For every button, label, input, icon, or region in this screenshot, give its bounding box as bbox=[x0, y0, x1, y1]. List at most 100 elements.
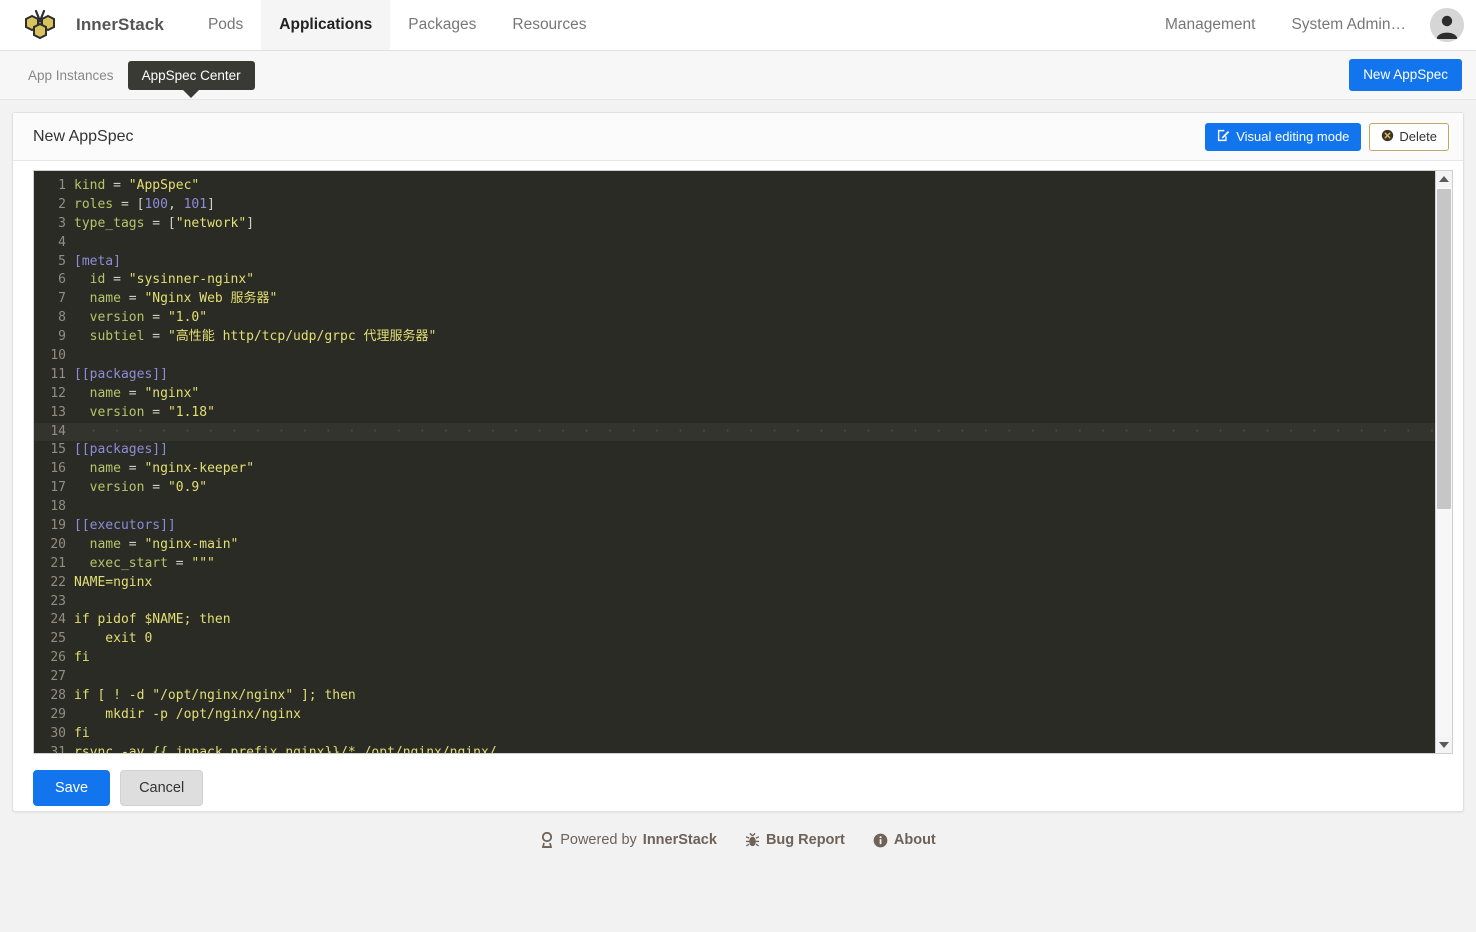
code-line[interactable]: 31 rsync -av {{.inpack_prefix_nginx}}/* /… bbox=[34, 744, 1435, 753]
code-line[interactable]: 4 bbox=[34, 234, 1435, 253]
code-line[interactable]: 28 if [ ! -d "/opt/nginx/nginx" ]; then bbox=[34, 687, 1435, 706]
code-text: · · · · · · · · · · · · · · · · · · · · … bbox=[89, 423, 1435, 439]
code-text: name = "nginx-keeper" bbox=[74, 461, 255, 477]
code-text: if pidof $NAME; then bbox=[74, 612, 231, 628]
code-text: [meta] bbox=[74, 253, 121, 269]
tab-app-instances[interactable]: App Instances bbox=[14, 61, 128, 90]
code-line[interactable]: 25 exit 0 bbox=[34, 630, 1435, 649]
editor-vertical-scrollbar[interactable] bbox=[1435, 171, 1452, 753]
code-line[interactable]: 19 [[executors]] bbox=[34, 517, 1435, 536]
code-line[interactable]: 22 NAME=nginx bbox=[34, 574, 1435, 593]
save-button[interactable]: Save bbox=[33, 770, 111, 806]
nav-item-management[interactable]: Management bbox=[1147, 16, 1273, 34]
line-number: 28 bbox=[50, 688, 66, 704]
code-text: exit 0 bbox=[74, 631, 153, 647]
line-number: 18 bbox=[50, 499, 66, 515]
code-line[interactable]: 7 name = "Nginx Web 服务器" bbox=[34, 290, 1435, 309]
top-navigation-bar: InnerStack Pods Applications Packages Re… bbox=[0, 0, 1476, 51]
line-number: 19 bbox=[50, 518, 66, 534]
scrollbar-thumb[interactable] bbox=[1437, 189, 1451, 509]
code-line[interactable]: 23 bbox=[34, 593, 1435, 612]
line-number: 4 bbox=[58, 234, 66, 250]
bee-honeycomb-logo-icon bbox=[14, 5, 66, 45]
line-number: 3 bbox=[58, 215, 66, 231]
code-line[interactable]: 24 if pidof $NAME; then bbox=[34, 611, 1435, 630]
info-icon bbox=[873, 833, 888, 848]
brand[interactable]: InnerStack bbox=[0, 0, 164, 50]
code-line[interactable]: 18 bbox=[34, 498, 1435, 517]
code-line[interactable]: 5 [meta] bbox=[34, 253, 1435, 272]
scroll-down-arrow-icon[interactable] bbox=[1436, 737, 1452, 753]
code-text: rsync -av {{.inpack_prefix_nginx}}/* /op… bbox=[74, 744, 497, 753]
code-line[interactable]: 6 id = "sysinner-nginx" bbox=[34, 271, 1435, 290]
code-line[interactable]: 1 kind = "AppSpec" bbox=[34, 177, 1435, 196]
code-line[interactable]: 16 name = "nginx-keeper" bbox=[34, 460, 1435, 479]
nav-item-applications[interactable]: Applications bbox=[261, 0, 391, 50]
page-title: New AppSpec bbox=[33, 127, 134, 145]
code-line[interactable]: 10 bbox=[34, 347, 1435, 366]
line-number: 23 bbox=[50, 593, 66, 609]
code-line[interactable]: 13 version = "1.18" bbox=[34, 404, 1435, 423]
code-text: mkdir -p /opt/nginx/nginx bbox=[74, 706, 301, 722]
nav-item-system-admin[interactable]: System Admin… bbox=[1273, 16, 1424, 34]
footer-bug-report[interactable]: Bug Report bbox=[745, 832, 845, 848]
code-editor-content[interactable]: 1 kind = "AppSpec" 2 roles = [100, 101] 3 typ… bbox=[34, 171, 1435, 753]
code-text: exec_start = """ bbox=[74, 555, 215, 571]
footer-powered-by[interactable]: Powered by InnerStack bbox=[540, 832, 717, 848]
code-text: version = "0.9" bbox=[74, 480, 208, 496]
cancel-button[interactable]: Cancel bbox=[120, 770, 204, 806]
nav-item-resources[interactable]: Resources bbox=[494, 0, 604, 50]
line-number: 31 bbox=[50, 744, 66, 753]
code-text: version = "1.0" bbox=[74, 310, 208, 326]
line-number: 8 bbox=[58, 310, 66, 326]
code-line[interactable]: 14 · · · · · · · · · · · · · · · · · · ·… bbox=[34, 422, 1435, 442]
line-number: 29 bbox=[50, 706, 66, 722]
code-line[interactable]: 21 exec_start = """ bbox=[34, 555, 1435, 574]
pencil-square-icon bbox=[1217, 129, 1230, 145]
code-text: [[executors]] bbox=[74, 518, 176, 534]
code-line[interactable]: 17 version = "0.9" bbox=[34, 479, 1435, 498]
code-line[interactable]: 9 subtiel = "高性能 http/tcp/udp/grpc 代理服务器… bbox=[34, 328, 1435, 347]
code-line[interactable]: 26 fi bbox=[34, 649, 1435, 668]
user-avatar-icon[interactable] bbox=[1430, 8, 1464, 42]
line-number: 12 bbox=[50, 385, 66, 401]
visual-editing-mode-label: Visual editing mode bbox=[1236, 129, 1350, 144]
code-text: kind = "AppSpec" bbox=[74, 178, 200, 193]
code-text: [[packages]] bbox=[74, 366, 168, 382]
code-line[interactable]: 12 name = "nginx" bbox=[34, 385, 1435, 404]
code-line[interactable]: 2 roles = [100, 101] bbox=[34, 196, 1435, 215]
new-appspec-button[interactable]: New AppSpec bbox=[1349, 59, 1462, 91]
footer-powered-by-brand: InnerStack bbox=[642, 832, 717, 848]
code-text: name = "nginx-main" bbox=[74, 536, 239, 552]
code-line[interactable]: 30 fi bbox=[34, 725, 1435, 744]
nav-item-pods[interactable]: Pods bbox=[190, 0, 261, 50]
nav-right-group: Management System Admin… bbox=[1147, 0, 1476, 50]
code-line[interactable]: 27 bbox=[34, 668, 1435, 687]
code-line[interactable]: 8 version = "1.0" bbox=[34, 309, 1435, 328]
footer-about[interactable]: About bbox=[873, 832, 936, 848]
code-editor[interactable]: 1 kind = "AppSpec" 2 roles = [100, 101] 3 typ… bbox=[33, 170, 1453, 754]
code-line[interactable]: 29 mkdir -p /opt/nginx/nginx bbox=[34, 706, 1435, 725]
code-line[interactable]: 15 [[packages]] bbox=[34, 441, 1435, 460]
line-number: 15 bbox=[50, 442, 66, 458]
tab-appspec-center[interactable]: AppSpec Center bbox=[127, 60, 255, 90]
code-text: fi bbox=[74, 650, 90, 666]
scroll-up-arrow-icon[interactable] bbox=[1436, 171, 1452, 187]
code-line[interactable]: 3 type_tags = ["network"] bbox=[34, 215, 1435, 234]
scrollbar-track[interactable] bbox=[1436, 187, 1452, 737]
nav-item-packages[interactable]: Packages bbox=[390, 0, 494, 50]
line-number: 5 bbox=[58, 253, 66, 269]
code-text: name = "Nginx Web 服务器" bbox=[74, 291, 278, 307]
code-line[interactable]: 20 name = "nginx-main" bbox=[34, 536, 1435, 555]
footer-about-label: About bbox=[893, 832, 936, 848]
footer-powered-by-pre: Powered by bbox=[560, 832, 637, 848]
appspec-panel: New AppSpec Visual editing mode Delete 1… bbox=[12, 112, 1464, 812]
visual-editing-mode-button[interactable]: Visual editing mode bbox=[1205, 122, 1362, 151]
code-line[interactable]: 11 [[packages]] bbox=[34, 366, 1435, 385]
line-number: 13 bbox=[50, 404, 66, 420]
delete-button[interactable]: Delete bbox=[1369, 122, 1449, 151]
code-text: id = "sysinner-nginx" bbox=[74, 272, 255, 288]
line-number: 9 bbox=[58, 329, 66, 345]
line-number: 6 bbox=[58, 272, 66, 288]
line-number: 26 bbox=[50, 650, 66, 666]
